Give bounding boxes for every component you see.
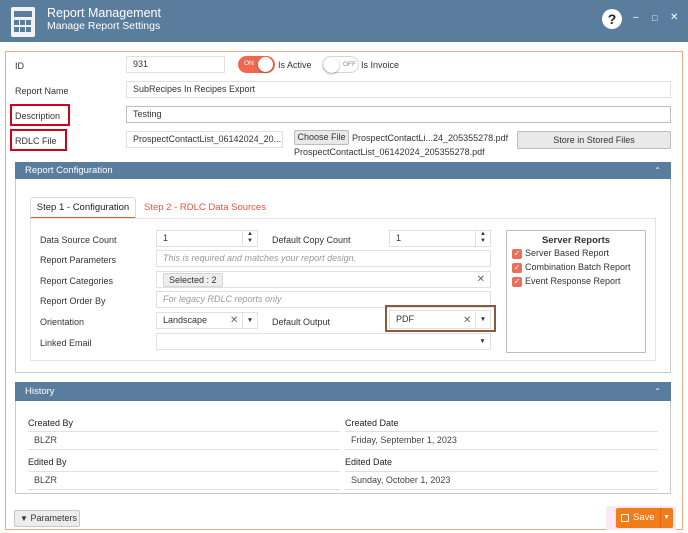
save-button[interactable]: Save ▼ (616, 508, 673, 528)
collapse-icon[interactable]: ⌃ (654, 162, 661, 179)
report-order-by-label: Report Order By (40, 296, 106, 306)
is-invoice-toggle[interactable]: OFF (322, 56, 359, 73)
combination-batch-report-label: Combination Batch Report (525, 262, 631, 272)
edited-by-value: BLZR (28, 471, 340, 490)
edited-date-label: Edited Date (345, 457, 393, 467)
minimize-icon[interactable]: – (633, 11, 639, 25)
linked-email-select[interactable]: ▼ (156, 333, 491, 350)
id-field[interactable]: 931 (126, 56, 225, 73)
save-button-label: Save (633, 512, 655, 523)
report-config-title: Report Configuration (25, 165, 113, 176)
checkbox-event-response-report[interactable]: ✓ (512, 277, 522, 287)
default-output-label: Default Output (272, 317, 331, 327)
edited-by-label: Edited By (28, 457, 67, 467)
window-title: Report Management (47, 6, 161, 20)
is-invoice-label: Is Invoice (361, 60, 400, 70)
default-copy-count-label: Default Copy Count (272, 235, 351, 245)
chevron-down-icon[interactable]: ▼ (663, 508, 670, 528)
event-response-report-label: Event Response Report (525, 276, 621, 286)
linked-email-label: Linked Email (40, 338, 92, 348)
history-header[interactable]: History ⌃ (15, 382, 671, 401)
description-label: Description (15, 111, 61, 121)
server-reports-box: Server Reports ✓ Server Based Report ✓ C… (506, 230, 646, 353)
edited-date-value: Sunday, October 1, 2023 (345, 471, 658, 490)
report-name-label: Report Name (15, 86, 69, 96)
chosen-file-name: ProspectContactLi...24_205355278.pdf (352, 133, 509, 143)
clear-icon[interactable]: ✕ (230, 313, 238, 328)
clear-icon[interactable]: ✕ (463, 312, 471, 328)
tab-step1-configuration[interactable]: Step 1 - Configuration (30, 197, 136, 219)
id-label: ID (15, 61, 24, 71)
checkbox-combination-batch-report[interactable]: ✓ (512, 263, 522, 273)
store-in-stored-files-button[interactable]: Store in Stored Files (517, 131, 671, 149)
close-icon[interactable]: ✕ (670, 11, 678, 25)
chevron-down-icon[interactable]: ▼ (475, 312, 490, 327)
report-categories-label: Report Categories (40, 276, 114, 286)
server-reports-title: Server Reports (541, 235, 611, 246)
data-source-count-label: Data Source Count (40, 235, 117, 245)
clear-icon[interactable]: ✕ (477, 272, 485, 287)
parameters-button-label: Parameters (30, 513, 77, 523)
parameters-button[interactable]: ▼ Parameters (14, 510, 80, 527)
history-title: History (25, 386, 55, 397)
is-active-state: ON (244, 60, 254, 67)
description-field[interactable]: Testing (126, 106, 671, 123)
window-subtitle: Manage Report Settings (47, 20, 161, 32)
rdlc-file-field[interactable]: ProspectContactList_06142024_20... (126, 131, 283, 148)
collapse-icon[interactable]: ⌃ (654, 382, 661, 401)
title-bar: Report Management Manage Report Settings… (0, 0, 688, 42)
maximize-icon[interactable]: □ (652, 11, 657, 25)
categories-chip: Selected : 2 (163, 273, 223, 287)
created-date-value: Friday, September 1, 2023 (345, 431, 658, 450)
created-by-value: BLZR (28, 431, 340, 450)
choose-file-button[interactable]: Choose File (294, 130, 349, 145)
orientation-label: Orientation (40, 317, 85, 327)
tab-step2-rdlc-data-sources[interactable]: Step 2 - RDLC Data Sources (144, 202, 266, 213)
app-calendar-icon (11, 7, 35, 37)
report-parameters-field[interactable]: This is required and matches your report… (156, 250, 491, 267)
default-copy-count-field[interactable]: 1 ▲ ▼ (389, 230, 491, 247)
created-date-label: Created Date (345, 418, 399, 428)
chevron-down-icon[interactable]: ▼ (242, 313, 257, 328)
save-icon (621, 514, 629, 522)
created-by-label: Created By (28, 418, 74, 428)
orientation-select[interactable]: Landscape ✕ ▼ (156, 312, 258, 329)
report-parameters-label: Report Parameters (40, 255, 117, 265)
spinner-icon[interactable]: ▲ ▼ (475, 231, 490, 246)
is-active-label: Is Active (278, 60, 312, 70)
spinner-icon[interactable]: ▲ ▼ (242, 231, 257, 246)
chevron-down-icon[interactable]: ▼ (475, 334, 490, 349)
report-categories-field[interactable]: Selected : 2 ✕ (156, 271, 491, 288)
filter-icon: ▼ (20, 514, 28, 523)
checkbox-server-based-report[interactable]: ✓ (512, 249, 522, 259)
is-active-toggle[interactable]: ON (238, 56, 275, 73)
rdlc-file-label: RDLC File (15, 136, 57, 146)
is-invoice-state: OFF (343, 61, 356, 68)
help-icon[interactable]: ? (602, 9, 622, 29)
server-based-report-label: Server Based Report (525, 248, 610, 258)
data-source-count-field[interactable]: 1 ▲ ▼ (156, 230, 258, 247)
report-name-field[interactable]: SubRecipes In Recipes Export (126, 81, 671, 98)
file-full-name: ProspectContactList_06142024_205355278.p… (294, 147, 485, 157)
default-output-select[interactable]: PDF ✕ ▼ (389, 310, 491, 329)
report-config-header[interactable]: Report Configuration ⌃ (15, 162, 671, 179)
